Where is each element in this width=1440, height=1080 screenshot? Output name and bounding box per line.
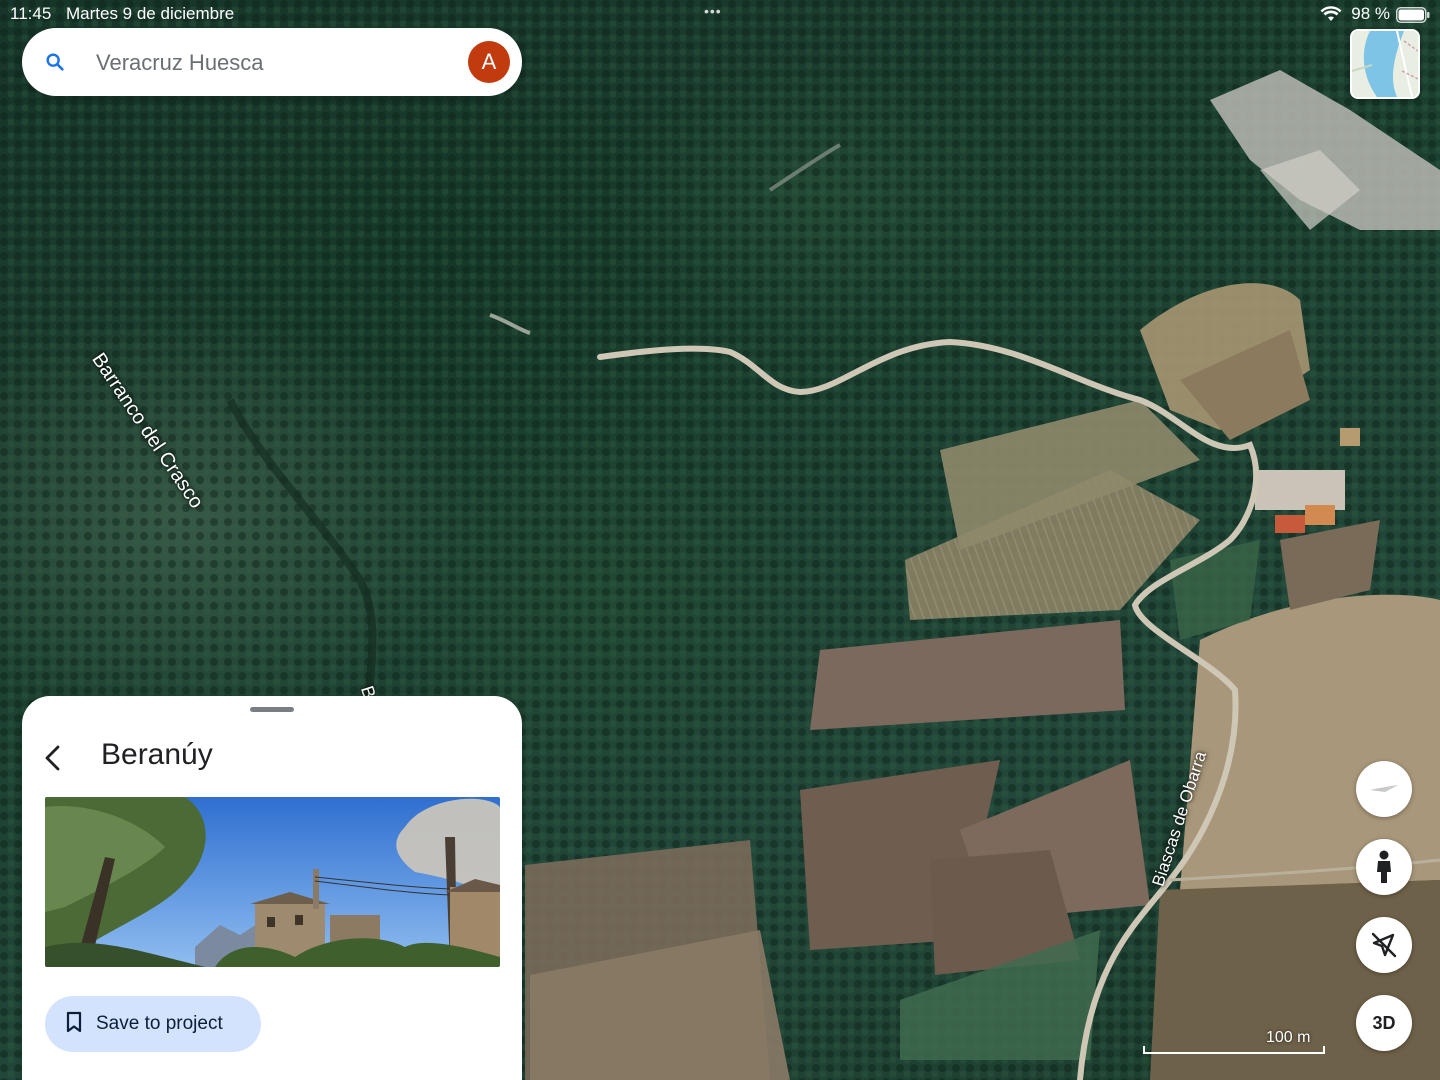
compass-icon bbox=[1370, 785, 1398, 792]
wifi-icon bbox=[1320, 6, 1342, 27]
account-avatar[interactable]: A bbox=[468, 41, 510, 83]
battery-percent: 98 % bbox=[1351, 4, 1390, 23]
bookmark-icon bbox=[65, 1011, 83, 1038]
scale-label: 100 m bbox=[1266, 1029, 1311, 1046]
place-title: Beranúy bbox=[101, 738, 213, 771]
pegman-icon bbox=[1377, 850, 1391, 883]
search-input[interactable]: Veracruz Huesca bbox=[96, 50, 264, 76]
minimap-thumbnail-icon bbox=[1352, 31, 1418, 97]
scale-bar bbox=[1143, 1046, 1325, 1054]
my-location-button[interactable] bbox=[1356, 917, 1412, 973]
search-icon[interactable] bbox=[44, 51, 66, 78]
battery-icon bbox=[1396, 7, 1430, 28]
status-date: Martes 9 de diciembre bbox=[66, 4, 235, 23]
street-view-button[interactable] bbox=[1356, 839, 1412, 895]
multitasking-dots-icon[interactable]: ••• bbox=[704, 3, 722, 19]
place-bottom-sheet[interactable]: Beranúy Save to project bbox=[22, 696, 522, 1080]
location-off-icon bbox=[1371, 932, 1397, 958]
3d-label: 3D bbox=[1372, 1012, 1396, 1033]
3d-toggle-button[interactable]: 3D bbox=[1356, 995, 1412, 1051]
status-bar: 11:45 Martes 9 de diciembre ••• 98 % bbox=[0, 0, 1440, 28]
minimap-layer-button[interactable] bbox=[1350, 29, 1420, 99]
compass-button[interactable] bbox=[1356, 761, 1412, 817]
sheet-drag-handle[interactable] bbox=[250, 707, 294, 712]
status-time: 11:45 bbox=[10, 4, 52, 23]
save-to-project-button[interactable]: Save to project bbox=[45, 996, 261, 1052]
back-arrow-icon[interactable] bbox=[42, 744, 66, 777]
place-photo[interactable] bbox=[45, 797, 500, 967]
save-to-project-label: Save to project bbox=[96, 1013, 223, 1034]
